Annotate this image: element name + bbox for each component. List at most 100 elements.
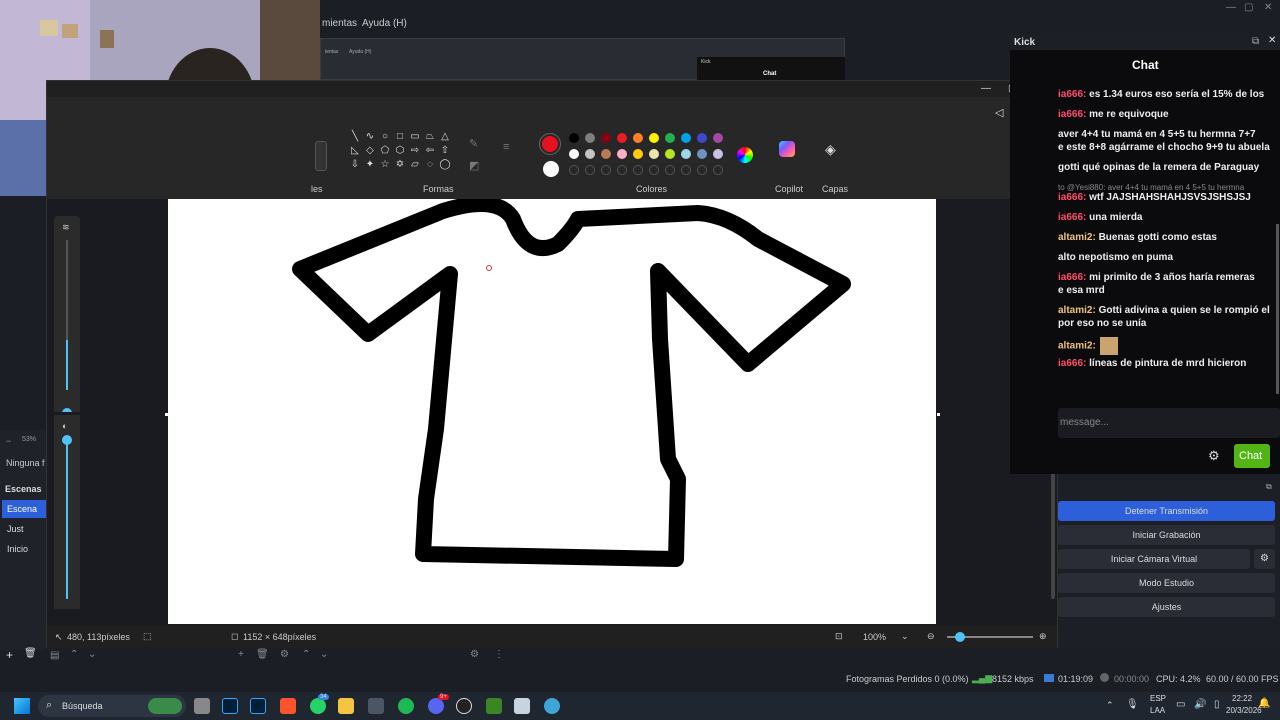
pentagon-shape-icon[interactable]: ⬠ — [379, 145, 391, 157]
curve-shape-icon[interactable]: ∿ — [364, 131, 376, 143]
clock-date[interactable]: 20/3/2026 — [1226, 706, 1262, 715]
custom-color-slot[interactable] — [649, 165, 659, 175]
arrow-right-shape-icon[interactable]: ⇨ — [409, 145, 421, 157]
polygon-shape-icon[interactable]: ⏢ — [424, 131, 436, 143]
custom-color-slot[interactable] — [585, 165, 595, 175]
zoom-slider-thumb[interactable] — [955, 632, 965, 642]
microphone-icon[interactable]: 🎙 — [1126, 699, 1139, 710]
color-swatch[interactable] — [569, 149, 579, 159]
custom-color-slot[interactable] — [601, 165, 611, 175]
color-swatch[interactable] — [665, 133, 675, 143]
color-swatch[interactable] — [665, 149, 675, 159]
start-icon[interactable] — [14, 698, 30, 714]
color-swatch[interactable] — [585, 133, 595, 143]
scene-item[interactable]: Inicio — [7, 544, 28, 554]
color-swatch[interactable] — [681, 149, 691, 159]
color-swatch[interactable] — [617, 149, 627, 159]
chat-username[interactable]: ia666: — [1058, 358, 1086, 369]
undock-icon[interactable]: ⧉ — [1252, 36, 1259, 47]
triangle-shape-icon[interactable]: △ — [439, 131, 451, 143]
right-triangle-shape-icon[interactable]: ◺ — [349, 145, 361, 157]
custom-color-slot[interactable] — [665, 165, 675, 175]
chevron-up-icon[interactable]: ⌃ — [1106, 700, 1114, 711]
rounded-rect-shape-icon[interactable]: ▭ — [409, 131, 421, 143]
color-swatch[interactable] — [713, 149, 723, 159]
selected-tool[interactable] — [315, 141, 327, 171]
zoom-slider[interactable] — [947, 632, 1033, 642]
menu-tools[interactable]: mientas — [322, 18, 357, 29]
chat-username[interactable]: altami2: — [1058, 232, 1096, 243]
notepad-icon[interactable] — [514, 698, 530, 714]
maximize-icon[interactable]: ▢ — [1244, 2, 1253, 13]
minecraft-icon[interactable] — [486, 698, 502, 714]
color-swatch[interactable] — [633, 133, 643, 143]
rectangle-shape-icon[interactable]: □ — [394, 131, 406, 143]
callout-oval-shape-icon[interactable]: ◌ — [424, 159, 436, 171]
brave-icon[interactable] — [280, 698, 296, 714]
custom-color-slot[interactable] — [713, 165, 723, 175]
color-swatch[interactable] — [697, 149, 707, 159]
color-swatch[interactable] — [617, 133, 627, 143]
color-swatch[interactable] — [681, 133, 691, 143]
minimize-icon[interactable]: — — [981, 83, 991, 94]
move-down-icon[interactable]: ⌄ — [88, 649, 96, 660]
zoom-level[interactable]: 100% — [863, 632, 886, 642]
star6-shape-icon[interactable]: ✡ — [394, 159, 406, 171]
obs-app-icon[interactable] — [456, 698, 472, 714]
volume-icon[interactable]: 🔊 — [1194, 699, 1206, 710]
mixer-settings-icon[interactable]: ⚙ — [470, 649, 479, 660]
paint-app-icon[interactable] — [544, 698, 560, 714]
copilot-icon[interactable] — [779, 141, 795, 157]
notification-bell-icon[interactable]: 🔔 — [1258, 698, 1270, 709]
callout-cloud-shape-icon[interactable]: ◯ — [439, 159, 451, 171]
keyboard-layout[interactable]: LAA — [1150, 706, 1165, 715]
arrow-down-shape-icon[interactable]: ⇩ — [349, 159, 361, 171]
scene-item-active[interactable]: Escena — [2, 500, 46, 518]
delete-scene-icon[interactable]: 🗑 — [24, 648, 37, 659]
color-swatch[interactable] — [601, 133, 611, 143]
opacity-slider[interactable] — [62, 435, 72, 599]
studio-mode-button[interactable]: Modo Estudio — [1058, 573, 1275, 593]
gear-icon[interactable]: ⚙ — [1208, 448, 1220, 464]
arrow-up-shape-icon[interactable]: ⇧ — [439, 145, 451, 157]
chat-username[interactable]: ia666: — [1058, 212, 1086, 223]
color-swatch[interactable] — [569, 133, 579, 143]
zoom-in-icon[interactable]: ⊕ — [1039, 631, 1047, 642]
primary-color-slot[interactable] — [539, 133, 561, 155]
stop-stream-button[interactable]: Detener Transmisión — [1058, 501, 1275, 521]
file-explorer-icon[interactable] — [338, 698, 354, 714]
arrow-left-shape-icon[interactable]: ⇦ — [424, 145, 436, 157]
chat-scrollbar[interactable] — [1276, 224, 1279, 394]
custom-color-slot[interactable] — [569, 165, 579, 175]
more-icon[interactable]: ⋮ — [494, 649, 504, 660]
scene-item[interactable]: Just — [7, 524, 24, 534]
oval-shape-icon[interactable]: ○ — [379, 131, 391, 143]
battery-icon[interactable]: ▯ — [1214, 699, 1220, 710]
custom-color-slot[interactable] — [617, 165, 627, 175]
star5-shape-icon[interactable]: ☆ — [379, 159, 391, 171]
settings-button[interactable]: Ajustes — [1058, 597, 1275, 617]
add-source-icon[interactable]: + — [238, 649, 244, 660]
fit-window-icon[interactable]: ⊡ — [835, 631, 843, 642]
layers-icon[interactable]: ◈ — [825, 141, 836, 158]
undock-icon[interactable]: ⧉ — [1266, 482, 1272, 492]
hexagon-shape-icon[interactable]: ⬡ — [394, 145, 406, 157]
move-down-icon[interactable]: ⌄ — [320, 649, 328, 660]
color-swatch[interactable] — [713, 133, 723, 143]
move-up-icon[interactable]: ⌃ — [302, 649, 310, 660]
discord-icon[interactable] — [428, 698, 444, 714]
add-scene-icon[interactable]: + — [6, 648, 13, 662]
gear-icon[interactable]: ⚙ — [280, 649, 289, 660]
search-box[interactable]: ⌕ Búsqueda — [38, 695, 186, 717]
close-icon[interactable]: ✕ — [1264, 2, 1272, 13]
move-up-icon[interactable]: ⌃ — [70, 649, 78, 660]
size-slider[interactable] — [62, 240, 72, 418]
custom-color-slot[interactable] — [633, 165, 643, 175]
minimize-icon[interactable]: — — [1226, 2, 1236, 13]
callout-rect-shape-icon[interactable]: ▱ — [409, 159, 421, 171]
custom-color-slot[interactable] — [697, 165, 707, 175]
chat-username[interactable]: ia666: — [1058, 89, 1086, 100]
virtual-camera-settings-icon[interactable]: ⚙ — [1254, 549, 1275, 569]
color-swatch[interactable] — [697, 133, 707, 143]
photoshop-icon[interactable] — [250, 698, 266, 714]
